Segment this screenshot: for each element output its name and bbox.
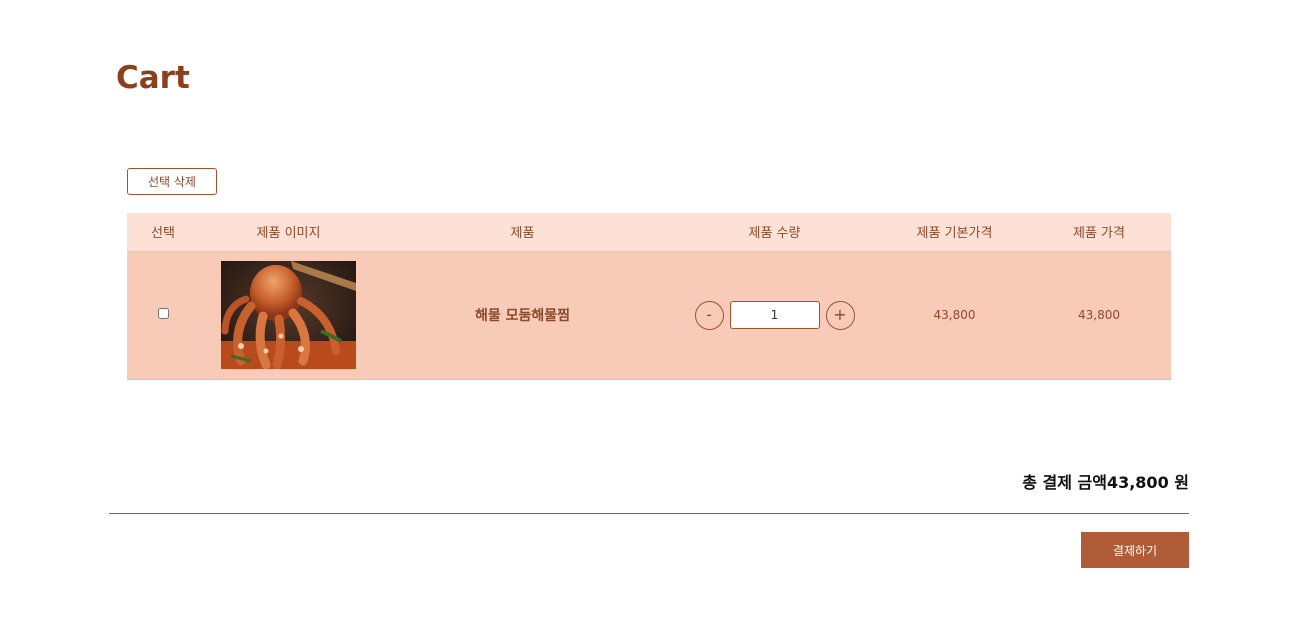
select-cell	[127, 251, 199, 380]
total-value: 43,800 원	[1106, 473, 1189, 492]
header-quantity: 제품 수량	[667, 213, 882, 252]
decrement-button[interactable]: -	[694, 300, 724, 330]
header-image: 제품 이미지	[199, 213, 378, 252]
base-price-cell: 43,800	[882, 251, 1027, 380]
product-name: 해물 모둠해물찜	[474, 308, 571, 324]
total-label: 총 결제 금액	[1022, 473, 1107, 492]
table-row: 해물 모둠해물찜 - + 43,800 43,800	[127, 251, 1171, 380]
checkout-button[interactable]: 결제하기	[1081, 532, 1189, 568]
delete-selected-button[interactable]: 선택 삭제	[127, 168, 217, 195]
header-product: 제품	[378, 213, 667, 252]
product-image	[221, 261, 356, 369]
cart-table: 선택 제품 이미지 제품 제품 수량 제품 기본가격 제품 가격 해물 모둠해물…	[127, 213, 1171, 380]
table-header-row: 선택 제품 이미지 제품 제품 수량 제품 기본가격 제품 가격	[127, 213, 1171, 252]
quantity-input[interactable]	[729, 301, 820, 329]
quantity-stepper: - +	[667, 300, 882, 330]
row-select-checkbox[interactable]	[157, 308, 169, 319]
header-base-price: 제품 기본가격	[882, 213, 1027, 252]
price-cell: 43,800	[1027, 251, 1171, 380]
header-select: 선택	[127, 213, 199, 252]
page-title: Cart	[116, 60, 190, 96]
total-summary: 총 결제 금액 43,800 원	[1022, 469, 1189, 493]
image-cell	[199, 251, 378, 380]
quantity-cell: - +	[667, 251, 882, 380]
product-cell: 해물 모둠해물찜	[378, 251, 667, 380]
increment-button[interactable]: +	[825, 300, 855, 330]
divider	[109, 513, 1189, 514]
header-price: 제품 가격	[1027, 213, 1171, 252]
